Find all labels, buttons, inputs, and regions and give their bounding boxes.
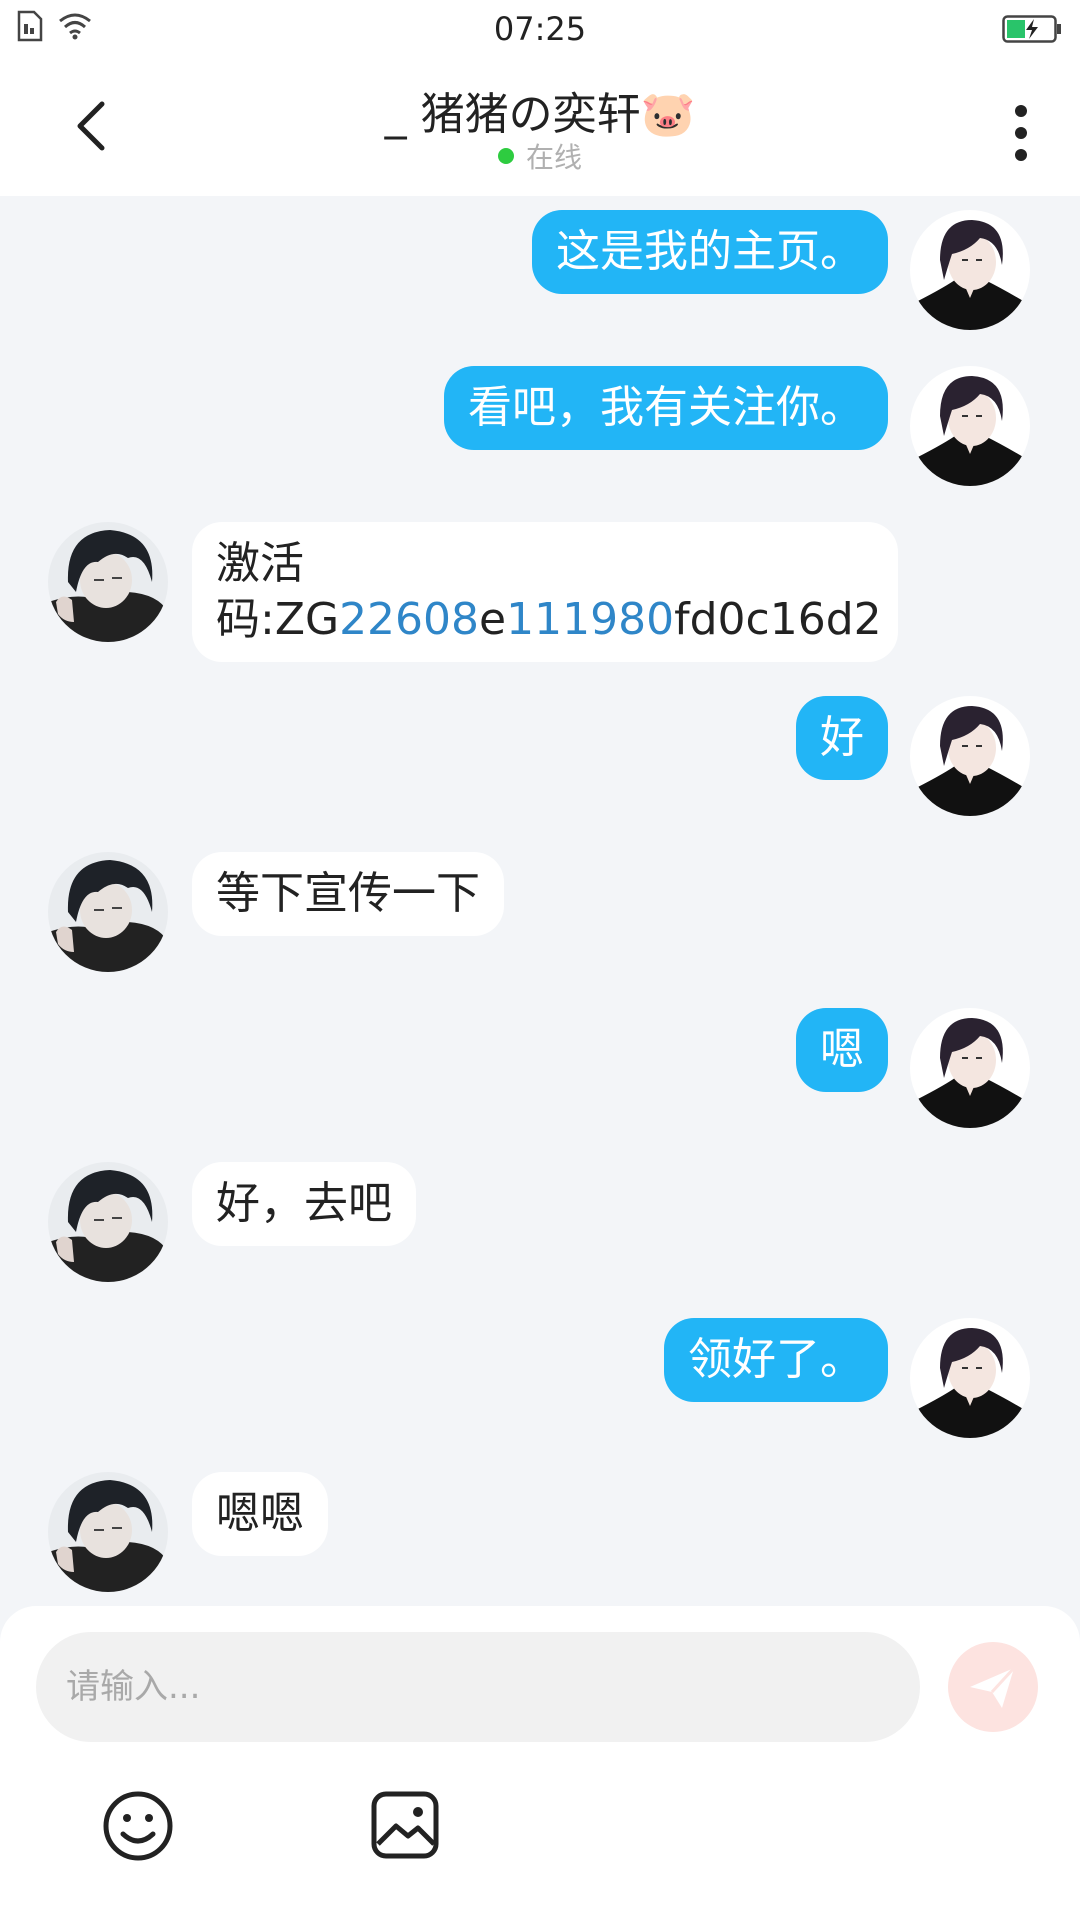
message-bubble[interactable]: 嗯嗯	[192, 1472, 328, 1556]
online-dot-icon	[497, 148, 514, 164]
status-bar: 07:25	[0, 0, 1080, 58]
chat-title: _ 猪猪の奕轩🐷	[0, 78, 1080, 142]
more-options-button[interactable]	[1006, 98, 1036, 168]
battery-charging-icon	[1002, 14, 1062, 48]
message-line: 码:ZG22608e111980fd0c16d2	[216, 594, 882, 645]
presence-status: 在线	[0, 136, 1080, 176]
message-bubble[interactable]: 看吧，我有关注你。	[444, 366, 888, 450]
message-bubble[interactable]: 嗯	[796, 1008, 888, 1092]
message-incoming: 激活 码:ZG22608e111980fd0c16d2	[0, 522, 1080, 662]
message-bubble[interactable]: 好	[796, 696, 888, 780]
message-incoming: 嗯嗯	[0, 1472, 1080, 1596]
send-icon	[970, 1666, 1016, 1708]
my-avatar[interactable]	[910, 1318, 1030, 1438]
send-button[interactable]	[948, 1642, 1038, 1732]
message-incoming: 好，去吧	[0, 1162, 1080, 1286]
contact-avatar[interactable]	[48, 1472, 168, 1592]
contact-avatar[interactable]	[48, 1162, 168, 1282]
message-outgoing: 这是我的主页。	[0, 210, 1080, 334]
message-list[interactable]: 这是我的主页。 看吧，我有关注你。 激活 码:ZG22608e111980fd0…	[0, 196, 1080, 1606]
message-bubble[interactable]: 等下宣传一下	[192, 852, 504, 936]
presence-label: 在线	[525, 141, 582, 174]
chat-header: _ 猪猪の奕轩🐷 在线	[0, 58, 1080, 196]
message-outgoing: 好	[0, 696, 1080, 820]
contact-avatar[interactable]	[48, 852, 168, 972]
image-button[interactable]	[366, 1786, 446, 1866]
my-avatar[interactable]	[910, 210, 1030, 330]
message-bubble[interactable]: 领好了。	[664, 1318, 888, 1402]
message-outgoing: 看吧，我有关注你。	[0, 366, 1080, 490]
image-icon	[371, 1791, 439, 1859]
contact-name: _ 猪猪の奕轩	[384, 89, 641, 140]
message-outgoing: 嗯	[0, 1008, 1080, 1132]
message-outgoing: 领好了。	[0, 1318, 1080, 1442]
pig-emoji: 🐷	[640, 89, 696, 140]
contact-avatar[interactable]	[48, 522, 168, 642]
message-line: 激活	[216, 538, 304, 589]
message-bubble[interactable]: 这是我的主页。	[532, 210, 888, 294]
my-avatar[interactable]	[910, 1008, 1030, 1128]
more-vertical-icon	[1015, 105, 1027, 161]
emoji-button[interactable]	[98, 1786, 178, 1866]
message-input[interactable]	[36, 1632, 920, 1742]
my-avatar[interactable]	[910, 696, 1030, 816]
smiley-icon	[103, 1791, 173, 1861]
message-incoming: 等下宣传一下	[0, 852, 1080, 976]
message-bubble[interactable]: 好，去吧	[192, 1162, 416, 1246]
my-avatar[interactable]	[910, 366, 1030, 486]
message-bubble[interactable]: 激活 码:ZG22608e111980fd0c16d2	[192, 522, 898, 662]
composer-panel	[0, 1606, 1080, 1920]
clock: 07:25	[493, 10, 587, 48]
